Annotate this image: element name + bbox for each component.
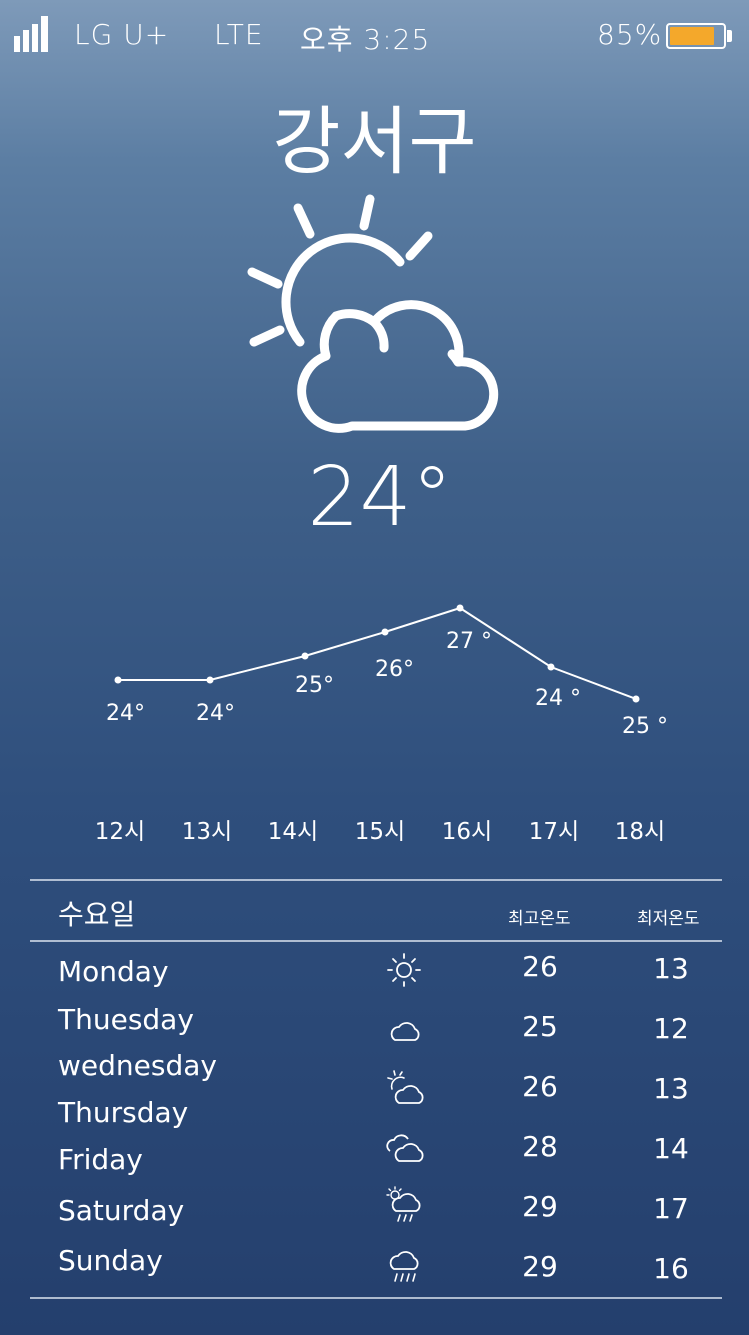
hour-label: 13시 — [181, 819, 233, 845]
divider-bottom — [30, 1297, 722, 1299]
hour-label: 12시 — [94, 819, 146, 845]
partly-sunny-cloud-icon — [247, 194, 499, 433]
high-temp-header: 최고온도 — [508, 909, 571, 929]
hourly-point — [456, 604, 464, 612]
forecast-low: 12 — [653, 1012, 689, 1045]
hourly-point — [632, 695, 640, 703]
hourly-point — [206, 676, 214, 684]
forecast-high: 25 — [522, 1010, 558, 1043]
clouds-icon — [384, 1127, 426, 1171]
forecast-high: 28 — [522, 1130, 558, 1163]
hourly-point-label: 25° — [295, 673, 334, 698]
divider-header — [30, 940, 722, 942]
forecast-day-name: Thuesday — [58, 1003, 194, 1036]
forecast-high: 26 — [522, 950, 558, 983]
sun-behind-cloud-icon — [384, 1067, 426, 1111]
sun-rain-cloud-icon — [384, 1185, 426, 1229]
forecast-day-name: Saturday — [58, 1194, 185, 1227]
sun-icon — [384, 950, 426, 994]
hour-label: 18시 — [614, 819, 666, 845]
forecast-high: 29 — [522, 1190, 558, 1223]
hourly-temperature-chart: 24° 24° 25° 26° 27 ° 24 ° 25 ° — [106, 604, 668, 739]
hourly-point-label: 25 ° — [622, 714, 668, 739]
forecast-day-name: Sunday — [58, 1244, 163, 1277]
hourly-point — [381, 628, 389, 636]
city-name: 강서구 — [272, 99, 477, 185]
forecast-low: 16 — [653, 1252, 689, 1285]
forecast-day-name: Friday — [58, 1143, 143, 1176]
hour-label: 16시 — [441, 819, 493, 845]
hourly-point-label: 24 ° — [535, 686, 581, 711]
status-bar: LG U+ LTE 오후 3:25 85% — [0, 0, 749, 72]
clock: 오후 3:25 — [300, 23, 431, 56]
network-label: LTE — [214, 18, 264, 51]
battery-icon — [666, 23, 726, 49]
hourly-point-label: 26° — [375, 657, 414, 682]
forecast-low: 13 — [653, 952, 689, 985]
rain-cloud-icon — [384, 1245, 426, 1289]
forecast-day-name: wednesday — [58, 1049, 217, 1082]
forecast-low: 17 — [653, 1192, 689, 1225]
low-temp-header: 최저온도 — [637, 909, 700, 929]
forecast-day-name: Monday — [58, 955, 169, 988]
hourly-point — [301, 652, 309, 660]
divider-top — [30, 879, 722, 881]
forecast-high: 29 — [522, 1250, 558, 1283]
forecast-low: 13 — [653, 1072, 689, 1105]
forecast-high: 26 — [522, 1070, 558, 1103]
hourly-point-label: 27 ° — [446, 629, 492, 654]
hourly-point — [114, 676, 122, 684]
forecast-day-name: Thursday — [58, 1096, 189, 1129]
hour-label: 17시 — [528, 819, 580, 845]
hourly-point-label: 24° — [106, 701, 145, 726]
cloud-icon — [384, 1010, 426, 1054]
forecast-low: 14 — [653, 1132, 689, 1165]
current-temperature: 24° — [307, 450, 453, 545]
today-label: 수요일 — [58, 898, 136, 931]
hour-label: 14시 — [267, 819, 319, 845]
hourly-point-label: 24° — [196, 701, 235, 726]
hour-label: 15시 — [354, 819, 406, 845]
battery-percent: 85% — [597, 18, 663, 51]
battery-tip — [727, 30, 732, 42]
weather-screen: { "status_bar": { "carrier": "LG U+", "n… — [0, 0, 749, 1335]
carrier-label: LG U+ — [74, 18, 170, 51]
hourly-point — [547, 663, 555, 671]
